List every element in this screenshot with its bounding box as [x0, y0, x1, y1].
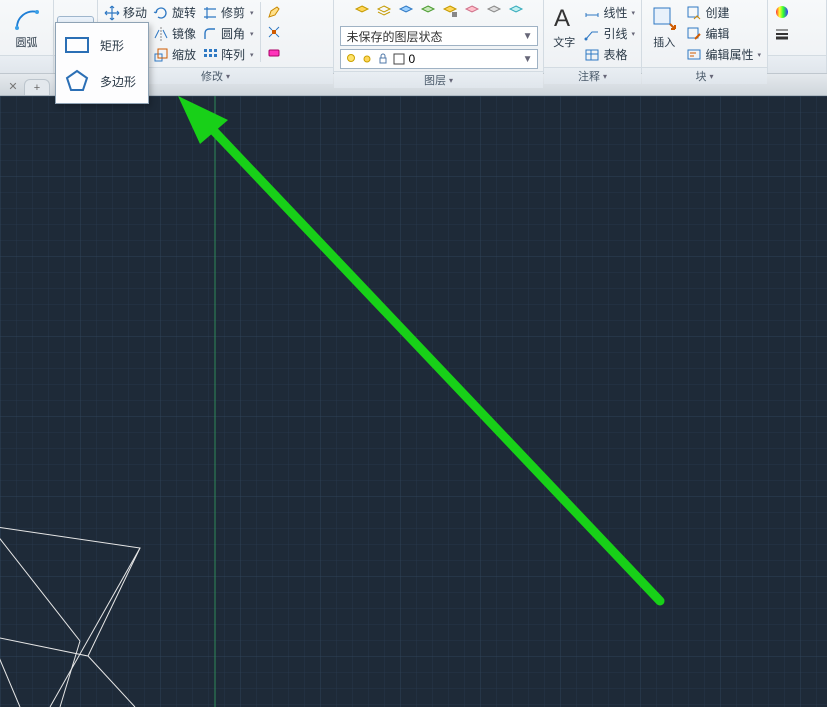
modify-extra-3[interactable] [264, 42, 284, 62]
dropdown-item-polygon[interactable]: 多边形 [56, 63, 148, 99]
layer-state-dropdown[interactable]: 未保存的图层状态 ▼ [340, 26, 538, 46]
move-tool[interactable]: 移动 [102, 2, 149, 23]
layers-icon [420, 4, 436, 20]
erase-icon [266, 44, 282, 60]
lock-icon [377, 53, 389, 65]
mirror-icon [153, 26, 169, 42]
chevron-down-icon: ▾ [250, 9, 254, 17]
color-swatch-icon [393, 53, 405, 65]
layer-tool-8[interactable] [506, 2, 526, 22]
linear-dim-tool[interactable]: 线性▾ [582, 2, 637, 23]
lightbulb-icon [345, 53, 357, 65]
layer-tool-5[interactable] [440, 2, 460, 22]
table-icon [584, 47, 600, 63]
rect-icon [64, 32, 90, 58]
new-tab-button[interactable]: + [24, 79, 50, 95]
trim-tool[interactable]: 修剪▾ [200, 2, 256, 23]
leader-tool[interactable]: 引线▾ [582, 23, 637, 44]
close-tab-button[interactable]: ✕ [4, 77, 22, 95]
dropdown-item-rectangle[interactable]: 矩形 [56, 27, 148, 63]
chevron-down-icon: ▾ [631, 30, 635, 38]
chevron-down-icon: ▾ [250, 30, 254, 38]
edit-block-tool[interactable]: 编辑 [684, 23, 763, 44]
panel-layer: 未保存的图层状态 ▼ 0 ▼ 图层▾ [334, 0, 544, 73]
layer-current-dropdown[interactable]: 0 ▼ [340, 49, 538, 69]
drawing-canvas[interactable] [0, 96, 827, 707]
arc-tool[interactable]: 圆弧 [7, 2, 47, 52]
layers-icon [508, 4, 524, 20]
text-tool[interactable]: A 文字 [548, 2, 580, 52]
edit-block-icon [686, 26, 702, 42]
panel-title-annotate[interactable]: 注释▾ [544, 67, 641, 84]
rotate-icon [153, 5, 169, 21]
table-tool[interactable]: 表格 [582, 44, 637, 65]
leader-icon [584, 26, 600, 42]
chevron-down-icon: ▼ [523, 31, 533, 42]
rotate-tool[interactable]: 旋转 [151, 2, 198, 23]
fillet-tool[interactable]: 圆角▾ [200, 23, 256, 44]
layers-icon [486, 4, 502, 20]
layer-tool-6[interactable] [462, 2, 482, 22]
layers-icon [398, 4, 414, 20]
panel-annotate: A 文字 线性▾ 引线▾ 表格 注释▾ [544, 0, 642, 73]
trim-icon [202, 5, 218, 21]
move-icon [104, 5, 120, 21]
grid [0, 96, 827, 707]
edit-attr-tool[interactable]: 编辑属性▾ [684, 44, 763, 65]
edit-attr-icon [686, 47, 702, 63]
polygon-icon [64, 68, 90, 94]
chevron-down-icon: ▼ [523, 54, 533, 65]
layer-tool-1[interactable] [352, 2, 372, 22]
color-swatch[interactable] [772, 2, 792, 22]
modify-extra-1[interactable] [264, 2, 284, 22]
layers-lock-icon [442, 4, 458, 20]
chevron-down-icon: ▾ [250, 51, 254, 59]
layers-icon [354, 4, 370, 20]
svg-text:A: A [554, 5, 570, 32]
modify-extra-2[interactable] [264, 22, 284, 42]
layers-icon [376, 4, 392, 20]
chevron-down-icon: ▾ [631, 9, 635, 17]
layer-tool-7[interactable] [484, 2, 504, 22]
explode-icon [266, 24, 282, 40]
layer-tool-2[interactable] [374, 2, 394, 22]
chevron-down-icon: ▾ [709, 72, 713, 81]
chevron-down-icon: ▾ [449, 76, 453, 85]
array-icon [202, 47, 218, 63]
panel-title-layer[interactable]: 图层▾ [334, 71, 543, 88]
layer-tool-3[interactable] [396, 2, 416, 22]
lineweight[interactable] [772, 24, 792, 44]
linear-dim-icon [584, 5, 600, 21]
pencil-icon [266, 4, 282, 20]
create-block-tool[interactable]: 创建 [684, 2, 763, 23]
panel-block: 插入 创建 编辑 编辑属性▾ 块▾ [642, 0, 768, 73]
chevron-down-icon: ▾ [757, 51, 761, 59]
panel-title-block[interactable]: 块▾ [642, 67, 767, 84]
mirror-tool[interactable]: 镜像 [151, 23, 198, 44]
chevron-down-icon: ▾ [603, 72, 607, 81]
shape-dropdown-menu: 矩形 多边形 [55, 22, 149, 104]
chevron-down-icon: ▾ [226, 72, 230, 81]
arc-label: 圆弧 [16, 34, 38, 50]
text-a-icon: A [550, 4, 578, 32]
insert-block-tool[interactable]: 插入 [646, 2, 682, 52]
color-wheel-icon [774, 4, 790, 20]
layer-tool-4[interactable] [418, 2, 438, 22]
scale-icon [153, 47, 169, 63]
sun-icon [361, 53, 373, 65]
panel-draw: 圆弧 [0, 0, 54, 73]
insert-block-icon [650, 4, 678, 32]
scale-tool[interactable]: 缩放 [151, 44, 198, 65]
panel-properties-clipped [768, 0, 827, 73]
array-tool[interactable]: 阵列▾ [200, 44, 256, 65]
arc-icon [13, 4, 41, 32]
layers-icon [464, 4, 480, 20]
fillet-icon [202, 26, 218, 42]
lines-icon [774, 26, 790, 42]
create-block-icon [686, 5, 702, 21]
